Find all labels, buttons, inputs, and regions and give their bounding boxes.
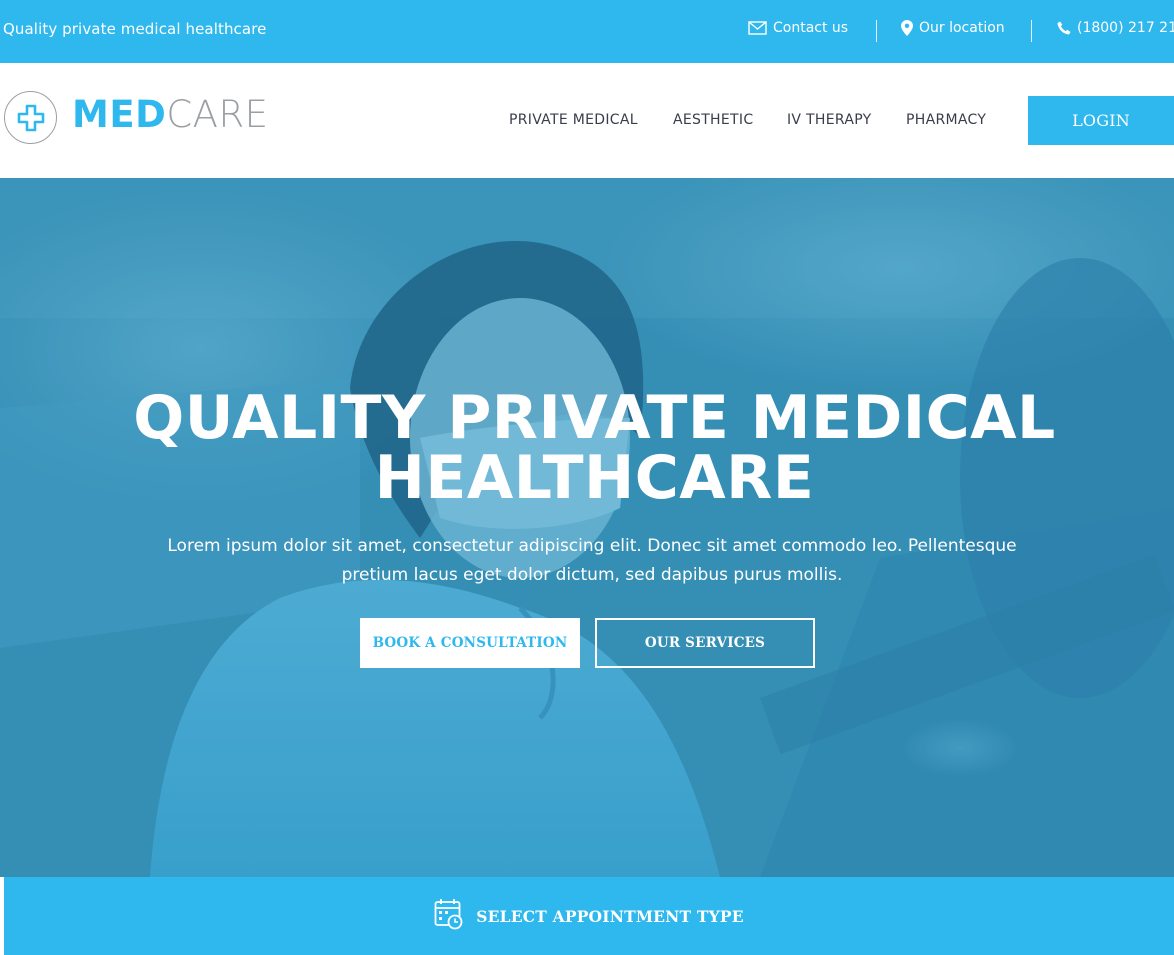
hero-overlay — [0, 178, 1174, 877]
top-bar-divider — [1031, 20, 1032, 42]
main-header: MEDCARE PRIVATE MEDICAL AESTHETIC IV THE… — [0, 63, 1174, 178]
nav-private-medical[interactable]: PRIVATE MEDICAL — [509, 112, 638, 128]
site-logo[interactable]: MEDCARE — [72, 95, 269, 135]
book-consultation-button[interactable]: BOOK A CONSULTATION — [360, 618, 580, 668]
hero-section: QUALITY PRIVATE MEDICAL HEALTHCARE Lorem… — [0, 178, 1174, 877]
hero-title-line-2: HEALTHCARE — [374, 443, 815, 513]
nav-pharmacy[interactable]: PHARMACY — [906, 112, 986, 128]
calendar-clock-icon — [434, 898, 464, 934]
login-button[interactable]: LOGIN — [1028, 96, 1174, 145]
select-appointment-type-label: SELECT APPOINTMENT TYPE — [476, 906, 744, 926]
top-bar: Quality private medical healthcare Conta… — [0, 0, 1174, 63]
map-pin-icon — [901, 20, 913, 36]
our-location-link[interactable]: Our location — [901, 20, 1005, 36]
hero-subtitle: Lorem ipsum dolor sit amet, consectetur … — [167, 536, 1017, 585]
top-bar-divider — [876, 20, 877, 42]
hero-title: QUALITY PRIVATE MEDICAL HEALTHCARE — [0, 388, 1174, 508]
phone-number: (1800) 217 217 — [1077, 20, 1174, 36]
envelope-icon — [748, 21, 767, 35]
contact-us-link[interactable]: Contact us — [748, 20, 848, 36]
top-bar-tagline: Quality private medical healthcare — [3, 20, 267, 38]
logo-primary-text: MED — [72, 93, 167, 136]
select-appointment-type-bar[interactable]: SELECT APPOINTMENT TYPE — [4, 877, 1174, 955]
phone-link[interactable]: (1800) 217 217 — [1057, 20, 1174, 36]
nav-iv-therapy[interactable]: IV THERAPY — [787, 112, 872, 128]
phone-icon — [1057, 21, 1071, 35]
our-services-button[interactable]: OUR SERVICES — [595, 618, 815, 668]
medical-cross-icon[interactable] — [4, 91, 57, 144]
our-location-label: Our location — [919, 20, 1005, 36]
logo-secondary-text: CARE — [166, 93, 269, 136]
contact-us-label: Contact us — [773, 20, 849, 36]
nav-aesthetic[interactable]: AESTHETIC — [673, 112, 753, 128]
